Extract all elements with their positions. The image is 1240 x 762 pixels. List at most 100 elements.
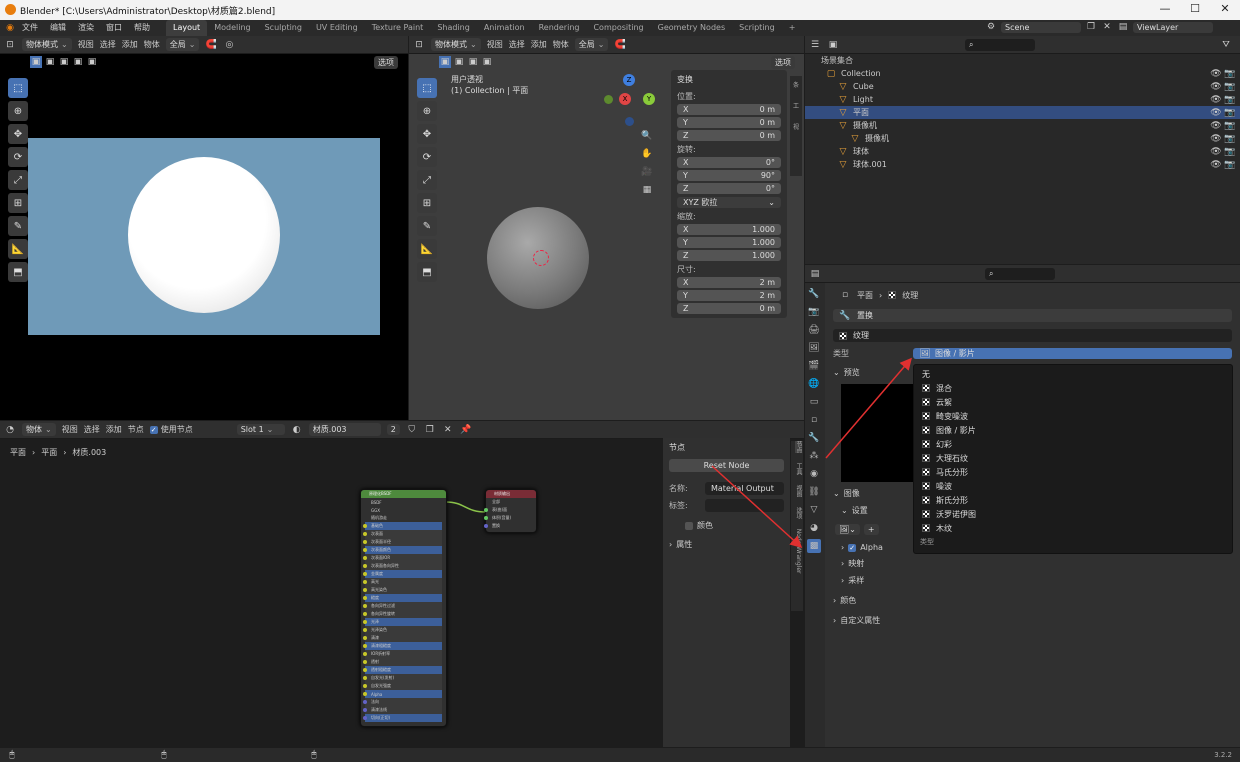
material-name-field[interactable]: 材质.003 <box>308 423 381 436</box>
input-socket[interactable] <box>363 652 367 656</box>
navigation-gizmo[interactable]: Z X Y <box>603 74 659 130</box>
node-properties-panel[interactable]: › 属性 <box>669 539 784 550</box>
gizmo-z-axis[interactable]: Z <box>623 74 635 86</box>
texture-type-option[interactable]: 噪波 <box>914 479 1232 493</box>
bsdf-socket-row[interactable]: 光泽 <box>363 618 442 626</box>
bsdf-socket-row[interactable]: 次表面IOR <box>363 554 442 562</box>
menu-add[interactable]: 添加 <box>122 39 138 50</box>
workspace-tab[interactable]: Compositing <box>586 20 650 36</box>
visibility-eye-icon[interactable]: 👁 <box>1210 146 1222 158</box>
tool-tab-icon[interactable]: 🔧 <box>807 287 821 301</box>
maximize-button[interactable]: ☐ <box>1180 2 1210 15</box>
editor-type-icon[interactable]: ⊡ <box>4 39 16 51</box>
texture-type-option[interactable]: 沃罗诺伊图 <box>914 507 1232 521</box>
location-field[interactable]: Z 0 m <box>677 130 781 141</box>
bsdf-socket-row[interactable]: BSDF <box>365 498 442 506</box>
input-socket[interactable] <box>363 532 367 536</box>
input-socket[interactable] <box>363 604 367 608</box>
menu-view[interactable]: 视图 <box>487 39 503 50</box>
move-tool[interactable]: ✥ <box>8 124 28 144</box>
gizmo-y-axis[interactable]: Y <box>643 93 655 105</box>
texture-type-option[interactable]: 混合 <box>914 381 1232 395</box>
gizmo-x-axis[interactable]: X <box>619 93 631 105</box>
texture-tab-icon[interactable]: ▩ <box>807 539 821 553</box>
render-camera-icon[interactable]: 📷 <box>1224 120 1236 132</box>
input-socket[interactable] <box>363 580 367 584</box>
dimensions-field[interactable]: Z 0 m <box>677 303 781 314</box>
filter-icon[interactable]: ⛛ <box>1220 39 1232 51</box>
select-new-icon[interactable]: ▣ <box>439 56 451 68</box>
rotation-field[interactable]: Y 90° <box>677 170 781 181</box>
input-socket[interactable] <box>363 620 367 624</box>
input-socket[interactable] <box>363 572 367 576</box>
input-socket[interactable] <box>363 628 367 632</box>
render-camera-icon[interactable]: 📷 <box>1224 107 1236 119</box>
input-socket[interactable] <box>363 644 367 648</box>
sampling-panel-header[interactable]: › 采样 <box>833 575 1232 586</box>
material-sphere-icon[interactable]: ◐ <box>291 424 303 436</box>
bsdf-socket-row[interactable]: 透射 <box>363 658 442 666</box>
workspace-tab[interactable]: Geometry Nodes <box>651 20 732 36</box>
input-socket[interactable] <box>363 612 367 616</box>
editor-type-icon[interactable]: ⊡ <box>413 39 425 51</box>
pan-hand-icon[interactable]: ✋ <box>641 148 653 160</box>
select-box-tool[interactable]: ⬚ <box>417 78 437 98</box>
select-extend-icon[interactable]: ▣ <box>44 56 56 68</box>
material-tab-icon[interactable]: ◕ <box>807 521 821 535</box>
tool-tab[interactable]: 工具 <box>795 463 802 475</box>
collection-tab-icon[interactable]: ▭ <box>807 395 821 409</box>
scale-field[interactable]: Z 1.000 <box>677 250 781 261</box>
checkbox-unchecked-icon[interactable] <box>685 521 693 530</box>
duplicate-material-icon[interactable]: ❐ <box>424 424 436 436</box>
annotate-tool[interactable]: ✎ <box>8 216 28 236</box>
editor-type-icon[interactable]: ◔ <box>4 424 16 436</box>
viewlayer-selector[interactable]: ViewLayer <box>1133 21 1213 33</box>
object-tab-icon[interactable]: ▫ <box>807 413 821 427</box>
output-tab-icon[interactable]: 🖨 <box>807 323 821 337</box>
output-socket-row[interactable]: 体积(音量) <box>484 514 536 522</box>
scale-tool[interactable]: ⤢ <box>8 170 28 190</box>
bsdf-socket-row[interactable]: IOR折射率 <box>363 650 442 658</box>
bsdf-socket-row[interactable]: 自发光强度 <box>363 682 442 690</box>
data-tab-icon[interactable]: ▽ <box>807 503 821 517</box>
reset-node-button[interactable]: Reset Node <box>669 459 784 472</box>
options-button[interactable]: 选项 <box>374 56 398 69</box>
world-tab-icon[interactable]: 🌐 <box>807 377 821 391</box>
zoom-icon[interactable]: 🔍 <box>641 130 653 142</box>
menu-item[interactable]: 帮助 <box>128 20 156 36</box>
bsdf-socket-row[interactable]: 各向异性旋转 <box>363 610 442 618</box>
ortho-grid-icon[interactable]: ▦ <box>641 184 653 196</box>
camera-view-icon[interactable]: 🎥 <box>641 166 653 178</box>
node-editor[interactable]: ◔ 物体 视图 选择 添加 节点 ✓ 使用节点 Slot 1 ◐ 材质.003 … <box>0 421 804 747</box>
menu-item[interactable]: 渲染 <box>72 20 100 36</box>
cursor-tool[interactable]: ⊕ <box>8 101 28 121</box>
add-cube-tool[interactable]: ⬒ <box>417 262 437 282</box>
menu-object[interactable]: 物体 <box>144 39 160 50</box>
input-socket[interactable] <box>484 516 488 520</box>
select-subtract-icon[interactable]: ▣ <box>467 56 479 68</box>
minimize-button[interactable]: — <box>1150 2 1180 15</box>
mode-selector[interactable]: 物体模式 <box>431 38 481 51</box>
select-extend-icon[interactable]: ▣ <box>453 56 465 68</box>
input-socket[interactable] <box>363 700 367 704</box>
bsdf-socket-row[interactable]: 高光 <box>363 578 442 586</box>
bsdf-socket-row[interactable]: 清漆粗糙度 <box>363 642 442 650</box>
input-socket[interactable] <box>363 556 367 560</box>
workspace-tab[interactable]: Animation <box>477 20 532 36</box>
display-mode-icon[interactable]: ▣ <box>827 39 839 51</box>
menu-select[interactable]: 选择 <box>509 39 525 50</box>
node-menu-add[interactable]: 添加 <box>106 424 122 435</box>
output-node-header[interactable]: 材质输出 <box>486 490 536 498</box>
visibility-eye-icon[interactable]: 👁 <box>1210 107 1222 119</box>
transform-orientation[interactable]: 全局 <box>165 38 200 51</box>
bsdf-socket-row[interactable]: GGX <box>365 506 442 514</box>
breadcrumb-mesh[interactable]: 平面 <box>41 447 57 458</box>
bsdf-socket-row[interactable]: 法向 <box>363 698 442 706</box>
render-tab-icon[interactable]: 📷 <box>807 305 821 319</box>
outliner-item[interactable]: ▽ 球体 👁 📷 <box>805 145 1240 158</box>
bsdf-socket-row[interactable]: 次表面颜色 <box>363 546 442 554</box>
render-camera-icon[interactable]: 📷 <box>1224 68 1236 80</box>
texture-type-option[interactable]: 图像 / 影片 <box>914 423 1232 437</box>
view-tab[interactable]: 视 <box>793 122 799 131</box>
rotate-tool[interactable]: ⟳ <box>8 147 28 167</box>
